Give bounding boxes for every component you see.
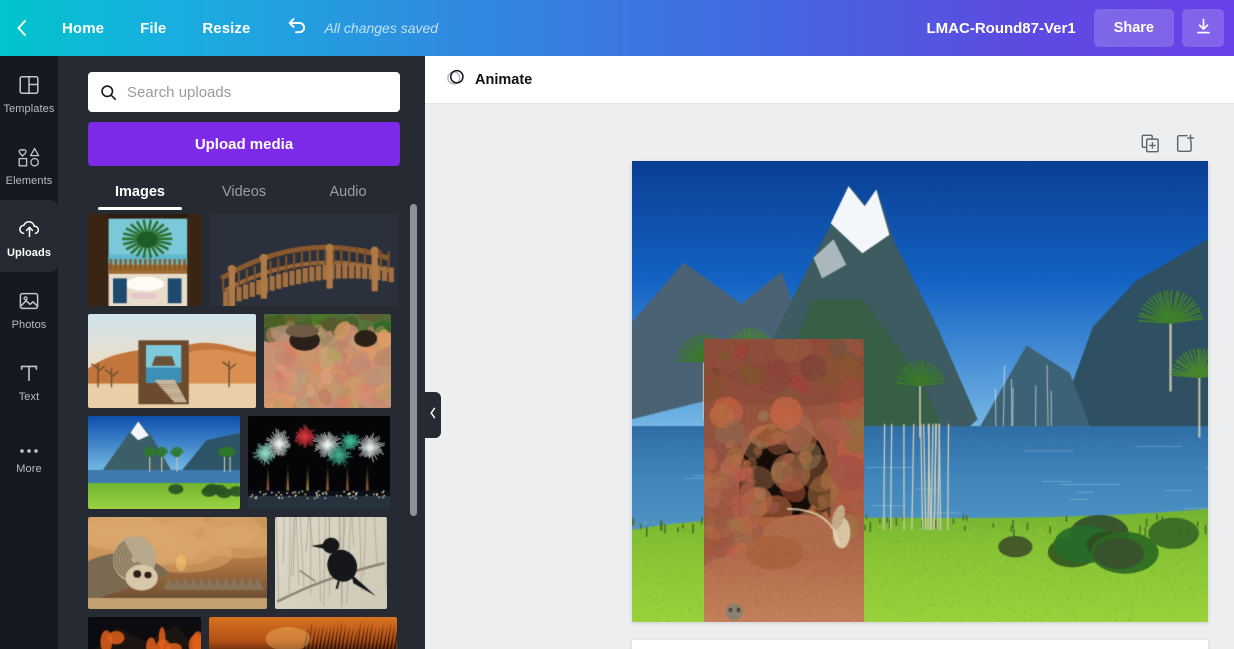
animate-button[interactable]: Animate [439, 62, 542, 98]
download-button[interactable] [1182, 9, 1224, 47]
undo-button[interactable] [274, 0, 320, 56]
sidebar-label-text: Text [18, 390, 40, 403]
sidebar-item-text[interactable]: Text [0, 344, 58, 416]
collapse-panel-handle[interactable] [425, 392, 441, 438]
share-button[interactable]: Share [1093, 9, 1174, 47]
thumbnail-row [88, 416, 410, 509]
elements-icon [17, 142, 41, 168]
fireworks-thumbnail[interactable] [248, 416, 390, 509]
crow-branch-thumbnail[interactable] [275, 517, 387, 609]
panel-scrollbar-track[interactable] [410, 204, 417, 584]
fantasy-skull-thumbnail[interactable] [88, 517, 267, 609]
chevron-left-icon [429, 406, 437, 424]
templates-icon [18, 70, 40, 96]
sidebar-label-templates: Templates [3, 102, 55, 115]
duplicate-page-icon[interactable] [1140, 133, 1161, 154]
page-tools [1140, 130, 1220, 156]
design-page-1[interactable] [632, 161, 1208, 622]
search-box[interactable] [88, 72, 400, 112]
design-toolbar: Animate [425, 56, 1234, 104]
sidebar-label-elements: Elements [5, 174, 53, 187]
file-menu-item[interactable]: File [122, 0, 184, 56]
thumbnail-row [88, 517, 410, 609]
tab-videos[interactable]: Videos [192, 174, 296, 210]
wooden-bridge-thumbnail[interactable] [210, 214, 398, 306]
sidebar-item-elements[interactable]: Elements [0, 128, 58, 200]
animate-label: Animate [475, 71, 533, 88]
thumbnail-row [88, 314, 410, 408]
chevron-left-icon [14, 18, 30, 38]
add-page-icon[interactable] [1175, 133, 1196, 154]
undo-arrow-icon [285, 15, 309, 42]
animate-circles-icon [445, 67, 466, 93]
desert-door-thumbnail[interactable] [88, 314, 256, 408]
design-page-2[interactable] [632, 640, 1208, 649]
fire-wings-thumbnail[interactable] [209, 617, 397, 649]
thumbnail-row [88, 617, 410, 649]
sidebar-label-more: More [16, 462, 42, 475]
upload-media-button[interactable]: Upload media [88, 122, 400, 166]
more-dots-icon [17, 430, 41, 456]
top-bar: Home File Resize All changes saved LMAC-… [0, 0, 1234, 56]
home-menu-item[interactable]: Home [44, 0, 122, 56]
milford-sound-thumbnail[interactable] [88, 416, 240, 509]
sidebar-label-uploads: Uploads [6, 246, 52, 259]
photo-icon [18, 286, 40, 312]
panel-scrollbar-thumb[interactable] [410, 204, 417, 516]
uploads-tabs: Images Videos Audio [88, 174, 400, 210]
sidebar-item-uploads[interactable]: Uploads [0, 200, 58, 272]
save-status-text: All changes saved [324, 20, 439, 36]
uploads-panel: Upload media Images Videos Audio [58, 56, 425, 649]
uploads-thumbnail-grid [88, 214, 410, 649]
search-icon [100, 84, 117, 101]
tab-images[interactable]: Images [88, 174, 192, 210]
sidebar-item-photos[interactable]: Photos [0, 272, 58, 344]
palm-terrace-thumbnail[interactable] [88, 214, 202, 306]
sidebar-label-photos: Photos [11, 318, 47, 331]
dark-scene-thumbnail[interactable] [88, 617, 201, 649]
red-rocks-thumbnail[interactable] [264, 314, 391, 408]
upload-cloud-icon [17, 214, 42, 240]
left-sidebar-rail: Templates Elements Uploads Photos Text M… [0, 56, 58, 649]
design-title[interactable]: LMAC-Round87-Ver1 [927, 20, 1076, 37]
download-icon [1194, 17, 1213, 40]
search-input[interactable] [127, 83, 400, 101]
thumbnail-row [88, 214, 410, 306]
canvas-area [425, 104, 1234, 649]
sidebar-item-more[interactable]: More [0, 416, 58, 488]
resize-menu-item[interactable]: Resize [184, 0, 268, 56]
back-button[interactable] [0, 0, 44, 56]
text-icon [18, 358, 40, 384]
sidebar-item-templates[interactable]: Templates [0, 56, 58, 128]
red-rock-cave-overlay-image[interactable] [704, 339, 864, 622]
tab-audio[interactable]: Audio [296, 174, 400, 210]
